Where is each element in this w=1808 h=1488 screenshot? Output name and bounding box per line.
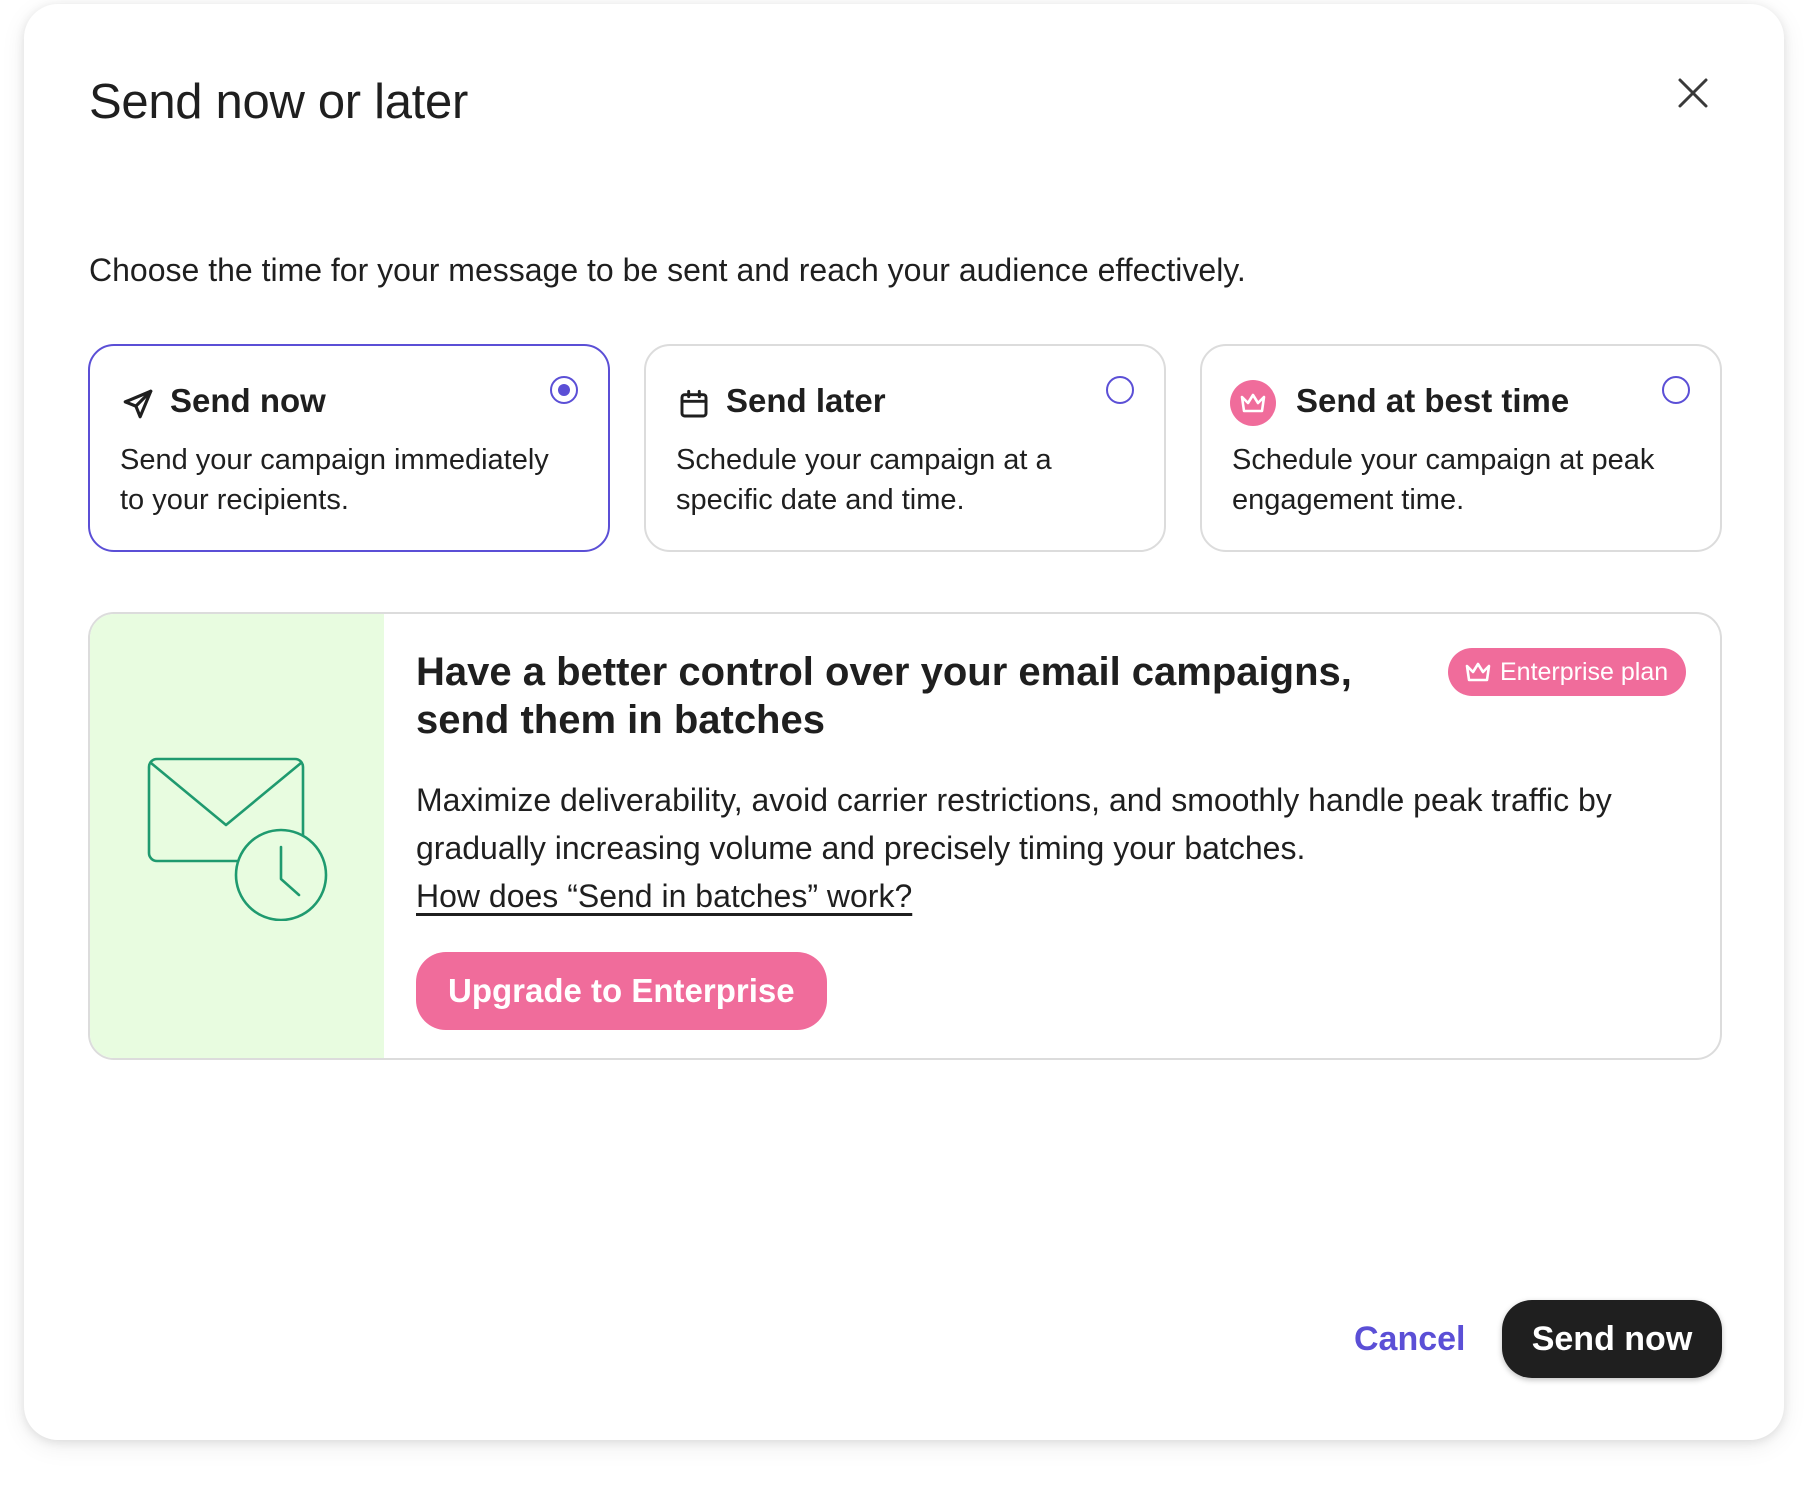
- option-title: Send at best time: [1296, 382, 1570, 419]
- send-now-button[interactable]: Send now: [1502, 1300, 1722, 1378]
- enterprise-plan-badge: Enterprise plan: [1448, 648, 1687, 696]
- paper-plane-icon: [120, 386, 156, 422]
- dialog-subtitle: Choose the time for your message to be s…: [89, 252, 1246, 288]
- option-title: Send now: [170, 382, 326, 419]
- promo-description: Maximize deliverability, avoid carrier r…: [416, 782, 1612, 866]
- envelope-clock-icon: [147, 757, 328, 921]
- crown-icon: [1465, 662, 1491, 682]
- promo-title: Have a better control over your email ca…: [416, 650, 1352, 742]
- option-description: Send your campaign immediately to your r…: [120, 444, 549, 516]
- option-send-later[interactable]: Send later Schedule your campaign at a s…: [644, 344, 1166, 552]
- close-icon: [1678, 78, 1708, 108]
- promo-illustration: [90, 614, 384, 1058]
- option-send-best-time[interactable]: Send at best time Schedule your campaign…: [1200, 344, 1722, 552]
- option-send-now[interactable]: Send now Send your campaign immediately …: [88, 344, 610, 552]
- radio-send-later[interactable]: [1106, 376, 1134, 404]
- close-button[interactable]: [1670, 70, 1716, 116]
- cancel-button[interactable]: Cancel: [1344, 1300, 1476, 1378]
- send-in-batches-help-link[interactable]: How does “Send in batches” work?: [416, 872, 912, 920]
- send-dialog: Send now or later Choose the time for yo…: [24, 4, 1784, 1440]
- dialog-title: Send now or later: [89, 75, 468, 129]
- send-options: Send now Send your campaign immediately …: [88, 344, 1722, 552]
- calendar-icon: [676, 386, 712, 422]
- option-description: Schedule your campaign at a specific dat…: [676, 444, 1052, 516]
- batches-promo-card: Have a better control over your email ca…: [88, 612, 1722, 1060]
- radio-send-best-time[interactable]: [1662, 376, 1690, 404]
- option-description: Schedule your campaign at peak engagemen…: [1232, 444, 1655, 516]
- radio-send-now[interactable]: [550, 376, 578, 404]
- upgrade-to-enterprise-button[interactable]: Upgrade to Enterprise: [416, 952, 827, 1030]
- badge-label: Enterprise plan: [1500, 657, 1669, 686]
- option-title: Send later: [726, 382, 886, 419]
- crown-icon: [1230, 380, 1276, 426]
